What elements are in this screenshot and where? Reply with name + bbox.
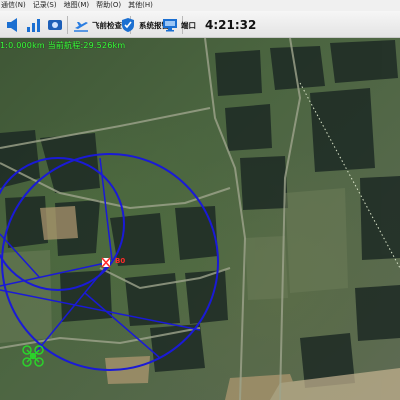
menu-item-map[interactable]: 地图(M) (63, 0, 91, 11)
takeoff-icon (74, 22, 88, 32)
flight-status-readout: 1:0.000km 当前航程:29.526km (0, 41, 126, 50)
menu-bar: 通信(N) 记录(S) 地图(M) 帮助(O) 其他(H) (0, 0, 400, 11)
record-icon (48, 20, 62, 30)
target-marker-icon[interactable] (101, 257, 111, 268)
menu-item-comm[interactable]: 通信(N) (0, 0, 27, 11)
record-button[interactable] (47, 16, 63, 34)
flight-check-button[interactable]: 飞前检查 (73, 16, 122, 34)
port-button[interactable]: 端口 (162, 16, 196, 34)
speaker-icon (7, 18, 17, 32)
port-label: 端口 (181, 20, 196, 30)
satellite-map[interactable]: 1:0.000km 当前航程:29.526km B0 (0, 38, 400, 400)
menu-item-help[interactable]: 帮助(O) (95, 0, 122, 11)
clock-display: 4:21:32 (205, 18, 257, 32)
menu-item-record[interactable]: 记录(S) (32, 0, 58, 11)
shield-check-icon (122, 18, 134, 32)
map-canvas[interactable] (0, 38, 400, 400)
toolbar: 飞前检查 系统报警 端口 4:21:32 (0, 11, 400, 38)
menu-item-other[interactable]: 其他(H) (127, 0, 154, 11)
toolbar-divider (67, 16, 68, 34)
volume-bars-icon (27, 19, 40, 32)
speaker-button[interactable] (6, 16, 20, 34)
volume-button[interactable] (26, 16, 42, 34)
monitor-icon (163, 19, 177, 32)
target-label: B0 (115, 257, 126, 265)
drone-icon[interactable] (22, 345, 44, 367)
flight-check-label: 飞前检查 (92, 20, 122, 30)
